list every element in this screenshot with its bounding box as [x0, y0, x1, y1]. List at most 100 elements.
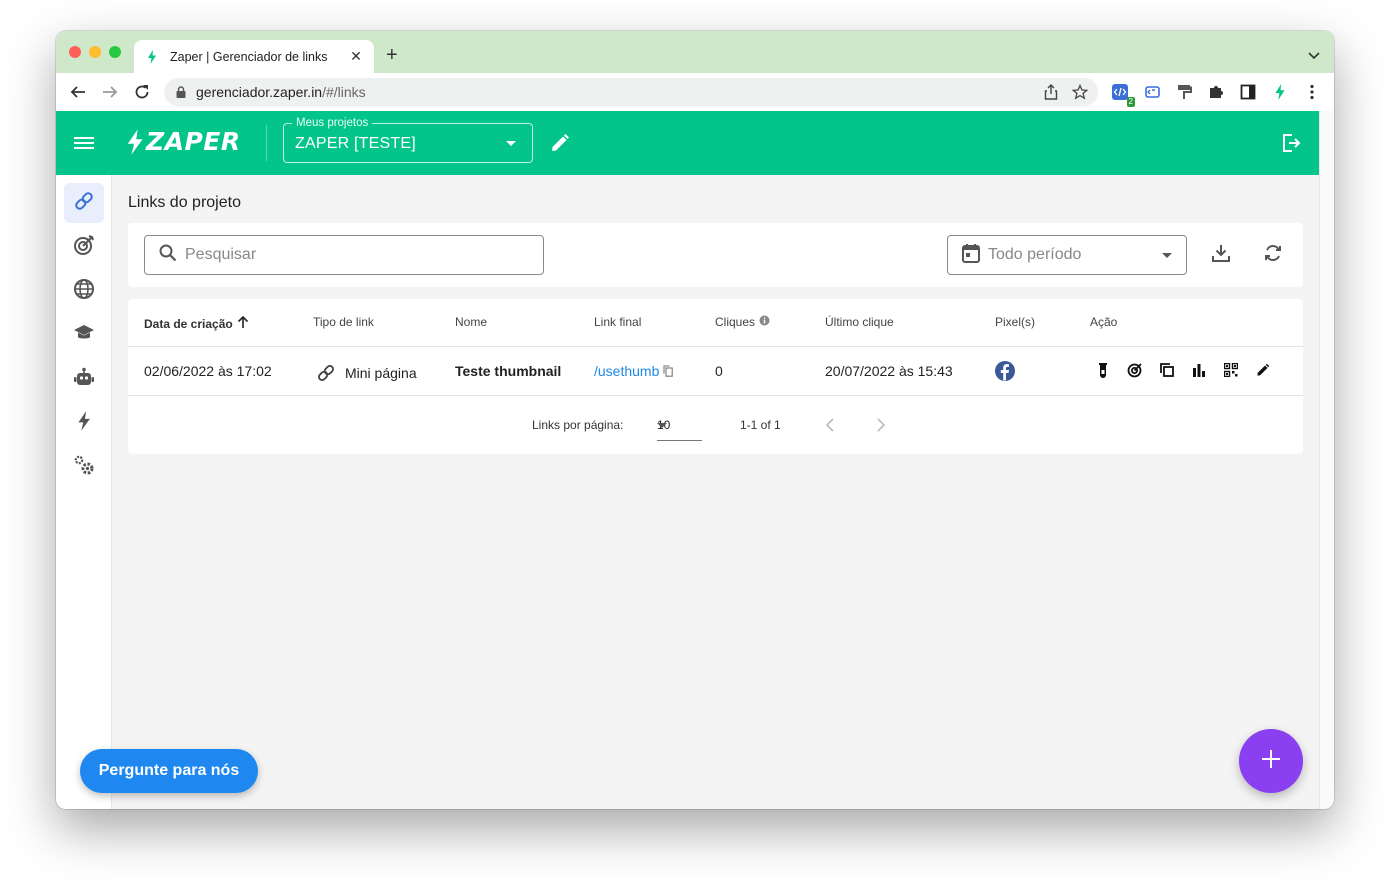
next-page-chevron-icon[interactable] [876, 418, 886, 437]
header-action: Ação [1090, 315, 1118, 329]
caret-down-icon [657, 423, 667, 428]
target-icon [73, 234, 95, 261]
duplicate-icon[interactable] [1158, 361, 1176, 379]
bookmark-star-icon[interactable] [1071, 83, 1089, 105]
ask-us-button[interactable]: Pergunte para nós [80, 749, 258, 793]
header-created-label: Data de criação [144, 316, 233, 331]
link-icon [73, 190, 95, 217]
page-range: 1-1 of 1 [740, 418, 781, 432]
more-vert-icon[interactable] [1302, 82, 1322, 102]
puzzle-icon[interactable] [1206, 82, 1226, 102]
devtools-extension-icon[interactable]: 2 [1110, 82, 1135, 107]
header-pixels: Pixel(s) [995, 315, 1036, 329]
download-icon[interactable] [1211, 243, 1231, 268]
app-header: ZAPER Meus projetos ZAPER [TESTE] [56, 111, 1319, 175]
period-select[interactable]: Todo período [947, 235, 1187, 275]
cell-name: Teste thumbnail [455, 363, 562, 379]
forward-arrow-icon[interactable] [100, 82, 120, 102]
calendar-icon [962, 243, 980, 268]
test-tube-icon[interactable] [1094, 361, 1112, 379]
prev-page-chevron-icon[interactable] [825, 418, 835, 437]
filter-bar: Todo período [128, 223, 1303, 287]
final-link[interactable]: /usethumb [594, 363, 659, 379]
settings-icon [73, 454, 95, 481]
cell-type: Mini página [316, 363, 417, 383]
caret-down-icon [506, 141, 516, 146]
sidebar-item-bots[interactable] [64, 359, 104, 399]
page-title: Links do projeto [128, 194, 241, 211]
header-final-link[interactable]: Link final [594, 315, 641, 329]
edit-project-pencil-icon[interactable] [550, 133, 570, 158]
logout-icon[interactable] [1281, 133, 1301, 158]
tab-strip: Zaper | Gerenciador de links ✕ + [56, 31, 1334, 73]
school-icon [73, 323, 95, 348]
zaper-extension-icon[interactable] [1270, 82, 1290, 102]
browser-toolbar: gerenciador.zaper.in/#/links 2 [56, 73, 1334, 111]
project-select[interactable]: Meus projetos ZAPER [TESTE] [283, 117, 533, 163]
project-select-label: Meus projetos [292, 117, 373, 129]
maximize-window-button[interactable] [109, 46, 121, 58]
tab-close-icon[interactable]: ✕ [348, 48, 364, 65]
bolt-icon [77, 410, 91, 437]
sidebar-item-tracking[interactable] [64, 227, 104, 267]
url-path: /#/links [322, 84, 366, 100]
address-bar[interactable]: gerenciador.zaper.in/#/links [164, 78, 1098, 106]
sidebar-item-domains[interactable] [64, 271, 104, 311]
cell-clicks: 0 [715, 363, 723, 379]
header-last-click[interactable]: Último clique [825, 315, 894, 329]
add-link-button[interactable] [1239, 729, 1303, 793]
facebook-icon [995, 361, 1015, 384]
cell-last-click: 20/07/2022 às 15:43 [825, 363, 953, 379]
chevron-down-icon[interactable] [1308, 47, 1320, 65]
browser-tab[interactable]: Zaper | Gerenciador de links ✕ [134, 40, 374, 73]
side-panel-icon[interactable] [1238, 82, 1258, 102]
links-table: Data de criação Tipo de link Nome Link f… [128, 299, 1303, 454]
new-tab-button[interactable]: + [386, 45, 398, 65]
qr-code-icon[interactable] [1222, 361, 1240, 379]
paint-roller-icon[interactable] [1174, 82, 1194, 102]
sidebar-item-learning[interactable] [64, 315, 104, 355]
table-row-divider [128, 395, 1303, 396]
bar-chart-icon[interactable] [1190, 361, 1208, 379]
scrollbar-gutter[interactable] [1319, 111, 1334, 809]
search-field[interactable] [144, 235, 544, 275]
header-created[interactable]: Data de criação [144, 315, 249, 332]
cell-created: 02/06/2022 às 17:02 [144, 363, 272, 379]
search-input[interactable] [185, 246, 525, 264]
refresh-icon[interactable] [1263, 243, 1283, 268]
sidebar-item-links[interactable] [64, 183, 104, 223]
per-page-select[interactable]: 10 [657, 411, 702, 441]
cell-type-label: Mini página [345, 365, 417, 381]
plus-icon [1261, 749, 1281, 774]
browser-window: Zaper | Gerenciador de links ✕ + gerenci… [56, 31, 1334, 809]
header-type[interactable]: Tipo de link [313, 315, 374, 329]
copy-icon[interactable] [663, 365, 674, 377]
globe-icon [73, 278, 95, 305]
header-name[interactable]: Nome [455, 315, 487, 329]
minimize-window-button[interactable] [89, 46, 101, 58]
back-arrow-icon[interactable] [68, 82, 88, 102]
extension-badge: 2 [1126, 97, 1135, 107]
edit-pencil-icon[interactable] [1254, 361, 1272, 379]
sidebar [56, 175, 112, 809]
sidebar-item-automations[interactable] [64, 403, 104, 443]
info-icon[interactable] [759, 315, 770, 329]
reload-icon[interactable] [132, 82, 152, 102]
sidebar-item-settings[interactable] [64, 447, 104, 487]
sort-arrow-up-icon[interactable] [237, 315, 249, 332]
tag-extension-icon[interactable] [1142, 82, 1162, 102]
robot-icon [73, 366, 95, 393]
lock-icon [176, 86, 186, 98]
period-value: Todo período [988, 246, 1082, 263]
cell-pixels [995, 361, 1015, 384]
zaper-logo: ZAPER [126, 127, 241, 156]
target-icon[interactable] [1126, 361, 1144, 379]
per-page-label: Links por página: [532, 418, 624, 432]
cell-final-link: /usethumb [594, 363, 674, 379]
menu-icon[interactable] [74, 135, 94, 156]
header-clicks-label: Cliques [715, 315, 756, 329]
header-clicks[interactable]: Cliques [715, 315, 770, 329]
share-icon[interactable] [1044, 84, 1058, 105]
close-window-button[interactable] [69, 46, 81, 58]
row-actions [1094, 361, 1272, 379]
